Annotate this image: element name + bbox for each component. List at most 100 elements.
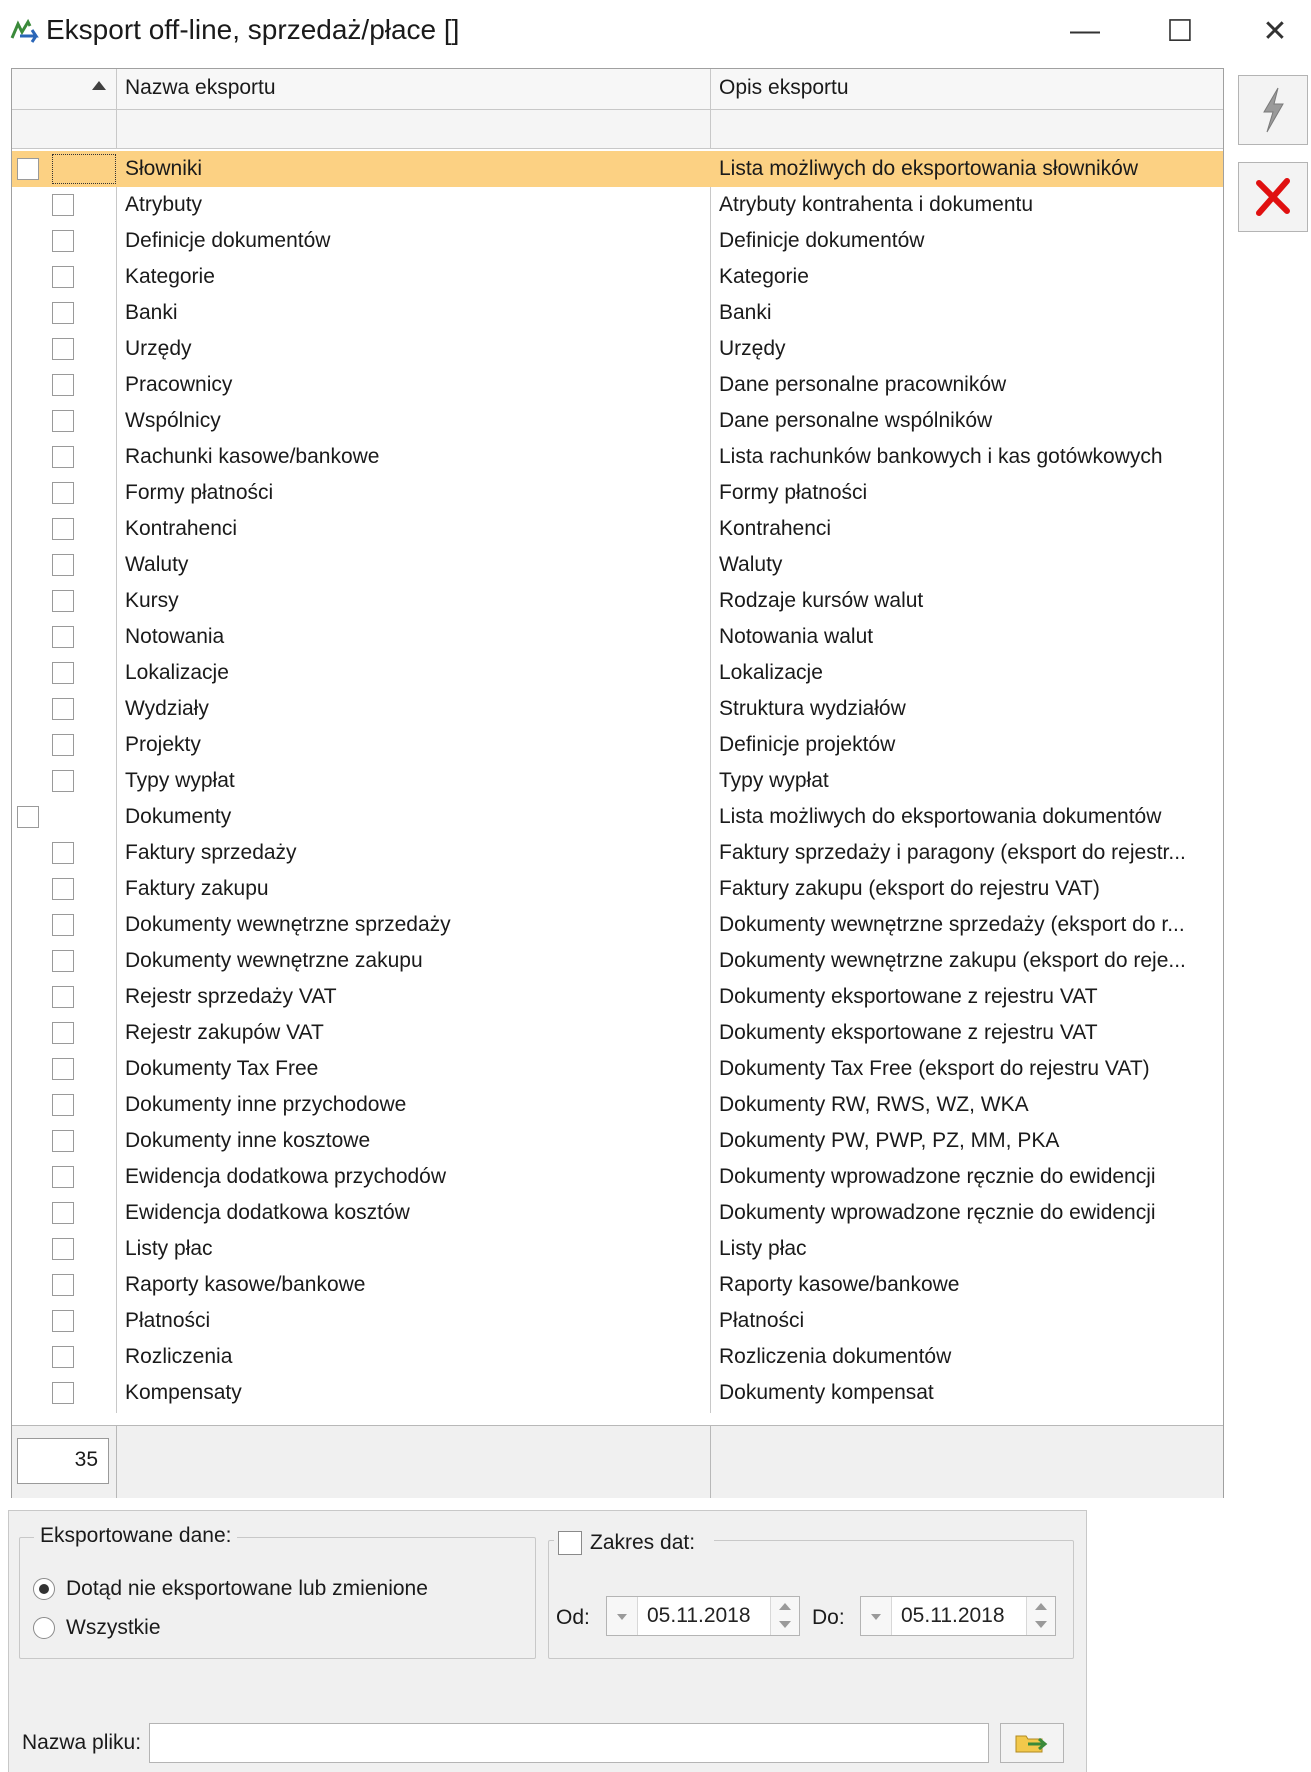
table-row[interactable]: Banki Banki (12, 295, 1223, 331)
row-checkbox[interactable] (52, 230, 74, 252)
date-to-spinner[interactable] (1026, 1597, 1055, 1635)
table-row[interactable]: Dokumenty inne kosztowe Dokumenty PW, PWP… (12, 1123, 1223, 1159)
browse-file-button[interactable] (1000, 1723, 1064, 1763)
row-checkbox[interactable] (52, 1058, 74, 1080)
table-row[interactable]: Kursy Rodzaje kursów walut (12, 583, 1223, 619)
table-row[interactable]: Dokumenty inne przychodowe Dokumenty RW, … (12, 1087, 1223, 1123)
radio-not-exported[interactable] (33, 1578, 55, 1600)
table-row[interactable]: Rejestr sprzedaży VAT Dokumenty eksportow… (12, 979, 1223, 1015)
table-row[interactable]: Wydziały Struktura wydziałów (12, 691, 1223, 727)
table-row[interactable]: Dokumenty wewnętrzne zakupu Dokumenty wew… (12, 943, 1223, 979)
row-checkbox[interactable] (52, 950, 74, 972)
row-checkbox[interactable] (52, 410, 74, 432)
export-grid[interactable]: Nazwa eksportu Opis eksportu Słowniki Lis… (11, 68, 1224, 1498)
row-checkbox[interactable] (52, 374, 74, 396)
date-to-field[interactable]: 05.11.2018 (860, 1596, 1056, 1636)
date-from-dropdown-icon[interactable] (607, 1597, 638, 1635)
row-checkbox[interactable] (52, 1274, 74, 1296)
table-row[interactable]: Rachunki kasowe/bankowe Lista rachunków b… (12, 439, 1223, 475)
row-name: Kompensaty (125, 1381, 242, 1404)
run-export-button[interactable] (1238, 75, 1308, 145)
row-checkbox[interactable] (52, 986, 74, 1008)
row-checkbox[interactable] (17, 158, 39, 180)
minimize-button[interactable]: — (1055, 8, 1115, 54)
row-checkbox[interactable] (52, 914, 74, 936)
cancel-button[interactable] (1238, 162, 1308, 232)
row-description: Dokumenty wewnętrzne zakupu (eksport do … (719, 949, 1186, 972)
table-row[interactable]: Listy płac Listy płac (12, 1231, 1223, 1267)
row-checkbox[interactable] (52, 662, 74, 684)
table-row[interactable]: Notowania Notowania walut (12, 619, 1223, 655)
table-row[interactable]: Formy płatności Formy płatności (12, 475, 1223, 511)
row-checkbox[interactable] (52, 518, 74, 540)
table-row[interactable]: Rejestr zakupów VAT Dokumenty eksportowan… (12, 1015, 1223, 1051)
table-row[interactable]: Faktury sprzedaży Faktury sprzedaży i par… (12, 835, 1223, 871)
row-checkbox[interactable] (52, 1382, 74, 1404)
filter-row[interactable] (12, 110, 1223, 149)
date-to-dropdown-icon[interactable] (861, 1597, 892, 1635)
table-row[interactable]: Kompensaty Dokumenty kompensat (12, 1375, 1223, 1411)
table-row[interactable]: Definicje dokumentów Definicje dokumentów (12, 223, 1223, 259)
row-checkbox[interactable] (52, 1238, 74, 1260)
row-checkbox[interactable] (52, 734, 74, 756)
row-checkbox[interactable] (52, 1022, 74, 1044)
table-row[interactable]: Rozliczenia Rozliczenia dokumentów (12, 1339, 1223, 1375)
table-row[interactable]: Pracownicy Dane personalne pracowników (12, 367, 1223, 403)
header-check-column[interactable] (12, 69, 117, 109)
row-checkbox[interactable] (52, 302, 74, 324)
row-checkbox[interactable] (52, 842, 74, 864)
header-name-column[interactable]: Nazwa eksportu (117, 69, 711, 109)
row-name: Słowniki (125, 157, 203, 180)
file-name-input[interactable] (149, 1723, 989, 1763)
cancel-x-icon (1256, 178, 1290, 216)
row-checkbox[interactable] (52, 1130, 74, 1152)
row-checkbox[interactable] (52, 1094, 74, 1116)
row-checkbox[interactable] (52, 194, 74, 216)
table-row[interactable]: Faktury zakupu Faktury zakupu (eksport do… (12, 871, 1223, 907)
table-row[interactable]: Urzędy Urzędy (12, 331, 1223, 367)
filter-cell-name[interactable] (117, 110, 711, 148)
table-row[interactable]: Waluty Waluty (12, 547, 1223, 583)
table-row[interactable]: Kontrahenci Kontrahenci (12, 511, 1223, 547)
table-row[interactable]: Kategorie Kategorie (12, 259, 1223, 295)
table-row[interactable]: Lokalizacje Lokalizacje (12, 655, 1223, 691)
row-checkbox[interactable] (52, 1166, 74, 1188)
row-checkbox[interactable] (52, 1346, 74, 1368)
row-checkbox[interactable] (52, 698, 74, 720)
row-checkbox[interactable] (52, 1202, 74, 1224)
row-checkbox[interactable] (52, 266, 74, 288)
close-button[interactable]: ✕ (1245, 8, 1305, 54)
record-count: 35 (17, 1438, 109, 1484)
row-checkbox[interactable] (52, 770, 74, 792)
table-row[interactable]: Atrybuty Atrybuty kontrahenta i dokumentu (12, 187, 1223, 223)
date-from-spinner[interactable] (770, 1597, 799, 1635)
row-checkbox[interactable] (52, 446, 74, 468)
table-row[interactable]: Raporty kasowe/bankowe Raporty kasowe/ban… (12, 1267, 1223, 1303)
table-row[interactable]: Typy wypłat Typy wypłat (12, 763, 1223, 799)
row-checkbox[interactable] (52, 878, 74, 900)
row-checkbox[interactable] (52, 338, 74, 360)
table-row[interactable]: Dokumenty Lista możliwych do eksportowani… (12, 799, 1223, 835)
table-row[interactable]: Ewidencja dodatkowa przychodów Dokumenty … (12, 1159, 1223, 1195)
table-row[interactable]: Dokumenty wewnętrzne sprzedaży Dokumenty … (12, 907, 1223, 943)
table-row[interactable]: Projekty Definicje projektów (12, 727, 1223, 763)
date-from-field[interactable]: 05.11.2018 (606, 1596, 800, 1636)
table-row[interactable]: Dokumenty Tax Free Dokumenty Tax Free (ek… (12, 1051, 1223, 1087)
row-checkbox[interactable] (52, 626, 74, 648)
date-range-checkbox[interactable] (558, 1531, 582, 1555)
filter-cell-check[interactable] (12, 110, 117, 148)
row-checkbox[interactable] (52, 482, 74, 504)
table-row[interactable]: Płatności Płatności (12, 1303, 1223, 1339)
row-description: Raporty kasowe/bankowe (719, 1273, 960, 1296)
table-row[interactable]: Ewidencja dodatkowa kosztów Dokumenty wpr… (12, 1195, 1223, 1231)
radio-all[interactable] (33, 1617, 55, 1639)
row-name: Atrybuty (125, 193, 203, 216)
row-checkbox[interactable] (52, 1310, 74, 1332)
table-row[interactable]: Słowniki Lista możliwych do eksportowania… (12, 151, 1223, 187)
row-checkbox[interactable] (17, 806, 39, 828)
maximize-button[interactable]: ☐ (1150, 8, 1210, 54)
table-row[interactable]: Wspólnicy Dane personalne wspólników (12, 403, 1223, 439)
header-desc-column[interactable]: Opis eksportu (711, 69, 1223, 109)
row-checkbox[interactable] (52, 554, 74, 576)
row-checkbox[interactable] (52, 590, 74, 612)
